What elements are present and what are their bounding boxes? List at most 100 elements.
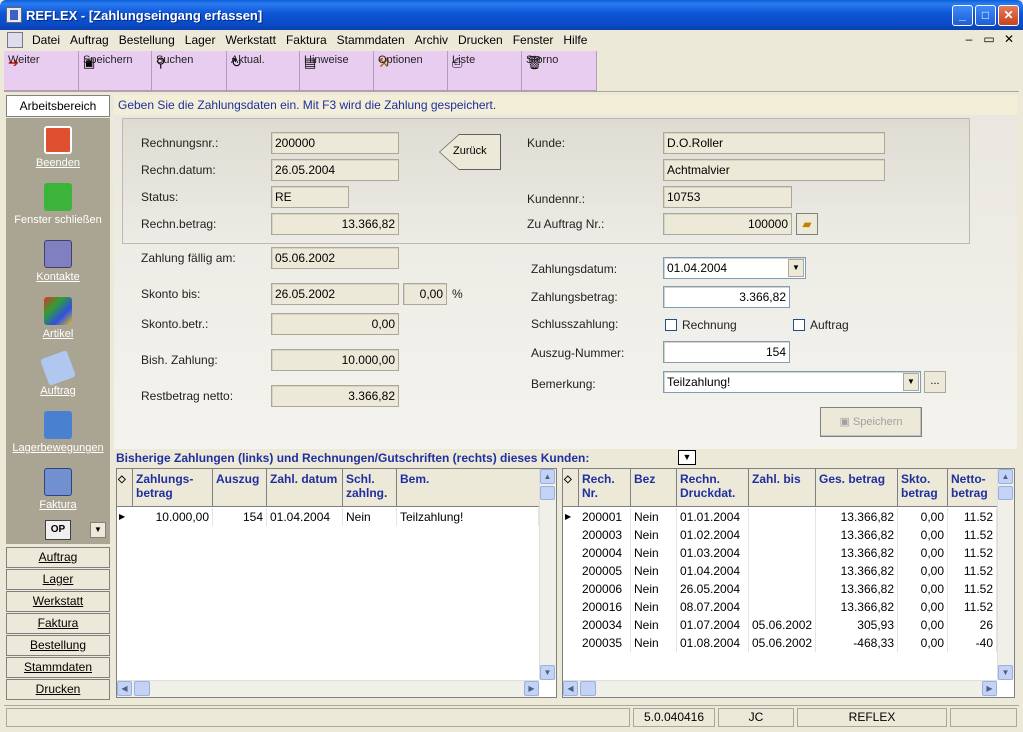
auftrag-checkbox[interactable] bbox=[793, 319, 805, 331]
payments-hscroll[interactable]: ◀ ▶ bbox=[117, 680, 539, 697]
header-rech-nr[interactable]: Rech. Nr. bbox=[579, 469, 631, 507]
zurueck-button[interactable]: Zurück bbox=[439, 134, 501, 170]
document-icon[interactable] bbox=[7, 32, 23, 48]
minimize-button[interactable]: _ bbox=[952, 5, 973, 26]
aktualisieren-button[interactable]: Aktual. ↻ bbox=[227, 51, 300, 91]
menu-bestellung[interactable]: Bestellung bbox=[114, 30, 180, 50]
storno-button[interactable]: Storno 🗑 bbox=[522, 51, 597, 91]
zahlungsdatum-dropdown[interactable]: 01.04.2004 bbox=[663, 257, 806, 279]
bemerkung-chevron-icon[interactable]: ▼ bbox=[903, 373, 919, 391]
sidebar-header[interactable]: Arbeitsbereich bbox=[6, 95, 110, 117]
scroll-left-icon[interactable]: ◀ bbox=[563, 681, 578, 696]
header-zahlungsbetrag[interactable]: Zahlungs- betrag bbox=[133, 469, 213, 507]
skonto-percent-field[interactable]: 0,00 bbox=[403, 283, 447, 305]
weiter-button[interactable]: Weiter ➔ bbox=[4, 51, 79, 91]
table-row[interactable]: 200035 Nein 01.08.2004 05.06.2002 -468,33 0,0… bbox=[563, 634, 997, 652]
menu-fenster[interactable]: Fenster bbox=[508, 30, 559, 50]
auszug-input[interactable]: 154 bbox=[663, 341, 790, 363]
kundennr-field[interactable]: 10753 bbox=[663, 186, 792, 208]
zahlungsbetrag-input[interactable]: 3.366,82 bbox=[663, 286, 790, 308]
menu-datei[interactable]: Datei bbox=[27, 30, 65, 50]
sidebar-item-beenden[interactable]: Beenden bbox=[6, 126, 110, 169]
mdi-minimize-button[interactable]: – bbox=[961, 32, 977, 46]
header-zahl-datum[interactable]: Zahl. datum bbox=[267, 469, 343, 507]
status-field[interactable]: RE bbox=[271, 186, 349, 208]
optionen-button[interactable]: Optionen ⚒ bbox=[374, 51, 448, 91]
header-auszug[interactable]: Auszug bbox=[213, 469, 267, 507]
sidebar-item-fenster-schliessen[interactable]: Fenster schließen bbox=[6, 183, 110, 226]
zuauftrag-field[interactable]: 100000 bbox=[663, 213, 792, 235]
menu-werkstatt[interactable]: Werkstatt bbox=[220, 30, 280, 50]
scroll-down-icon[interactable]: ▼ bbox=[998, 665, 1013, 680]
table-row[interactable]: 200004 Nein 01.03.2004 13.366,82 0,00 11.52 bbox=[563, 544, 997, 562]
header-zahl-bis[interactable]: Zahl. bis bbox=[749, 469, 816, 507]
sidebar-item-lagerbewegungen[interactable]: Lagerbewegungen bbox=[6, 411, 110, 454]
invoices-vscroll[interactable]: ▲ ▼ bbox=[997, 469, 1014, 680]
sidebar-button-auftrag[interactable]: Auftrag bbox=[6, 547, 110, 568]
invoices-hscroll[interactable]: ◀ ▶ bbox=[563, 680, 997, 697]
liste-button[interactable]: Liste ⎙ bbox=[448, 51, 522, 91]
open-folder-icon[interactable]: ▰ bbox=[796, 213, 818, 235]
header-bez[interactable]: Bez bbox=[631, 469, 677, 507]
table-row[interactable]: ▶ 200001 Nein 01.01.2004 13.366,82 0,00 11.52 bbox=[563, 508, 997, 526]
sidebar-item-artikel[interactable]: Artikel bbox=[6, 297, 110, 340]
table-row[interactable]: 200006 Nein 26.05.2004 13.366,82 0,00 11.52 bbox=[563, 580, 997, 598]
sidebar-button-bestellung[interactable]: Bestellung bbox=[6, 635, 110, 656]
table-row[interactable]: 200003 Nein 01.02.2004 13.366,82 0,00 11.52 bbox=[563, 526, 997, 544]
sidebar-item-faktura[interactable]: Faktura bbox=[6, 468, 110, 511]
scroll-down-icon[interactable]: ▼ bbox=[540, 665, 555, 680]
faellig-field[interactable]: 05.06.2002 bbox=[271, 247, 399, 269]
sidebar-button-lager[interactable]: Lager bbox=[6, 569, 110, 590]
scroll-left-icon[interactable]: ◀ bbox=[117, 681, 132, 696]
rechnung-checkbox[interactable] bbox=[665, 319, 677, 331]
mdi-close-button[interactable]: ✕ bbox=[1001, 32, 1017, 46]
rechnungsnr-field[interactable]: 200000 bbox=[271, 132, 399, 154]
scroll-up-icon[interactable]: ▲ bbox=[540, 469, 555, 484]
kunde-name-field[interactable]: D.O.Roller bbox=[663, 132, 885, 154]
hinweise-button[interactable]: Hinweise ▤ bbox=[300, 51, 374, 91]
menu-archiv[interactable]: Archiv bbox=[410, 30, 453, 50]
close-button[interactable]: ✕ bbox=[998, 5, 1019, 26]
menu-stammdaten[interactable]: Stammdaten bbox=[332, 30, 410, 50]
skontobis-field[interactable]: 26.05.2002 bbox=[271, 283, 399, 305]
menu-drucken[interactable]: Drucken bbox=[453, 30, 508, 50]
table-row[interactable]: 200005 Nein 01.04.2004 13.366,82 0,00 11.52 bbox=[563, 562, 997, 580]
header-bem[interactable]: Bem. bbox=[397, 469, 539, 507]
sidebar-button-stammdaten[interactable]: Stammdaten bbox=[6, 657, 110, 678]
speichern-form-button[interactable]: ▣ Speichern bbox=[820, 407, 922, 437]
scroll-up-icon[interactable]: ▲ bbox=[998, 469, 1013, 484]
mdi-restore-button[interactable]: ▭ bbox=[981, 32, 997, 46]
skontobetr-field[interactable]: 0,00 bbox=[271, 313, 399, 335]
header-schl-zahlng[interactable]: Schl. zahlng. bbox=[343, 469, 397, 507]
menu-lager[interactable]: Lager bbox=[180, 30, 221, 50]
payments-vscroll[interactable]: ▲ ▼ bbox=[539, 469, 556, 680]
payments-grid[interactable]: ◇ Zahlungs- betrag Auszug Zahl. datum Sc… bbox=[116, 468, 557, 698]
header-skto-betrag[interactable]: Skto. betrag bbox=[898, 469, 948, 507]
sidebar-item-kontakte[interactable]: Kontakte bbox=[6, 240, 110, 283]
scroll-right-icon[interactable]: ▶ bbox=[524, 681, 539, 696]
scroll-right-icon[interactable]: ▶ bbox=[982, 681, 997, 696]
sidebar-button-faktura[interactable]: Faktura bbox=[6, 613, 110, 634]
sidebar-item-auftrag[interactable]: Auftrag bbox=[6, 350, 110, 397]
ellipsis-button[interactable]: ... bbox=[924, 371, 946, 393]
header-rechn-druckdat[interactable]: Rechn. Druckdat. bbox=[677, 469, 749, 507]
speichern-button[interactable]: Speichern ▣ bbox=[79, 51, 152, 91]
rechndatum-field[interactable]: 26.05.2004 bbox=[271, 159, 399, 181]
kunde-name2-field[interactable]: Achtmalvier bbox=[663, 159, 885, 181]
menu-auftrag[interactable]: Auftrag bbox=[65, 30, 114, 50]
sidebar-button-werkstatt[interactable]: Werkstatt bbox=[6, 591, 110, 612]
sidebar-scroll-down[interactable]: ▼ bbox=[90, 522, 106, 538]
menu-faktura[interactable]: Faktura bbox=[281, 30, 332, 50]
table-row[interactable]: 200034 Nein 01.07.2004 05.06.2002 305,93 0,00… bbox=[563, 616, 997, 634]
invoices-grid[interactable]: ◇ Rech. Nr. Bez Rechn. Druckdat. Zahl. b… bbox=[562, 468, 1015, 698]
table-row[interactable]: 200016 Nein 08.07.2004 13.366,82 0,00 11.52 bbox=[563, 598, 997, 616]
suchen-button[interactable]: Suchen ⚲ bbox=[152, 51, 227, 91]
chevron-down-icon[interactable]: ▼ bbox=[788, 259, 804, 277]
maximize-button[interactable]: □ bbox=[975, 5, 996, 26]
sidebar-button-drucken[interactable]: Drucken bbox=[6, 679, 110, 700]
header-ges-betrag[interactable]: Ges. betrag bbox=[816, 469, 898, 507]
rechnbetrag-field[interactable]: 13.366,82 bbox=[271, 213, 399, 235]
bemerkung-dropdown[interactable]: Teilzahlung! bbox=[663, 371, 921, 393]
table-row[interactable]: ▶ 10.000,00 154 01.04.2004 Nein Teilzahl… bbox=[117, 508, 539, 526]
restbetrag-field[interactable]: 3.366,82 bbox=[271, 385, 399, 407]
